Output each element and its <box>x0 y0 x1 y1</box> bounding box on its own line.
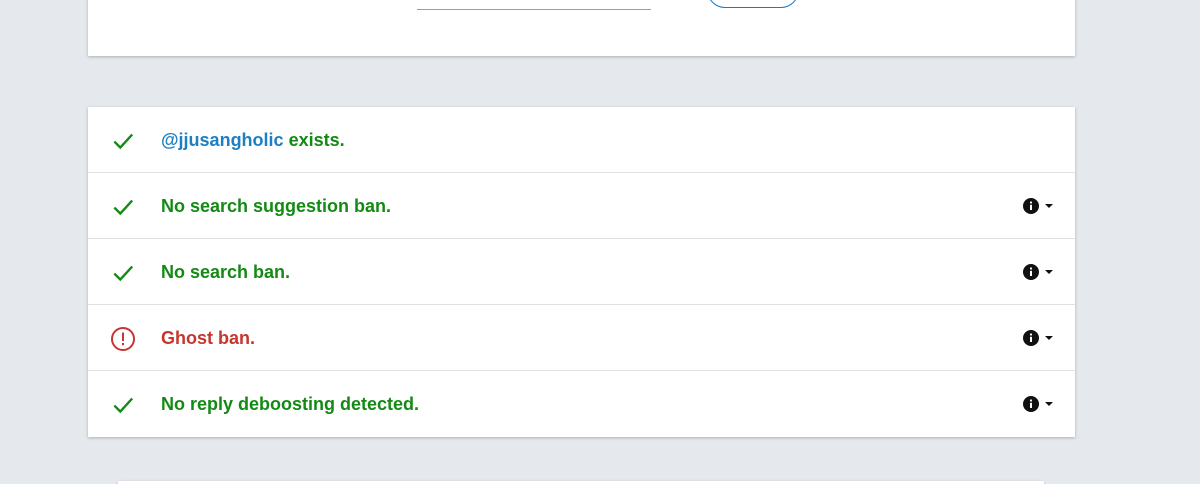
results-card: @jjusangholic exists. No search suggesti… <box>88 107 1075 437</box>
check-button[interactable] <box>707 0 799 8</box>
details-toggle[interactable] <box>1011 326 1053 350</box>
result-row-exists: @jjusangholic exists. <box>88 107 1075 173</box>
result-label: No reply deboosting detected. <box>161 393 420 414</box>
username-input[interactable] <box>417 0 651 10</box>
details-toggle[interactable] <box>1011 392 1053 416</box>
caret-down-icon <box>1045 402 1053 406</box>
info-icon <box>1023 396 1039 412</box>
info-icon <box>1023 264 1039 280</box>
check-icon <box>113 265 134 282</box>
result-row-ghost-ban: Ghost ban. <box>88 305 1075 371</box>
search-card <box>88 0 1075 56</box>
info-icon <box>1023 330 1039 346</box>
caret-down-icon <box>1045 336 1053 340</box>
check-icon <box>113 133 134 150</box>
caret-down-icon <box>1045 204 1053 208</box>
user-handle-link[interactable]: @jjusangholic <box>161 130 284 151</box>
details-toggle[interactable] <box>1011 260 1053 284</box>
result-label: No search ban. <box>161 261 291 282</box>
result-label: No search suggestion ban. <box>161 195 392 216</box>
alert-circle-icon <box>111 327 135 351</box>
caret-down-icon <box>1045 270 1053 274</box>
result-row-search-ban: No search ban. <box>88 239 1075 305</box>
info-icon <box>1023 198 1039 214</box>
result-text: @jjusangholic exists. <box>161 107 345 173</box>
check-icon <box>113 199 134 216</box>
result-row-reply-deboosting: No reply deboosting detected. <box>88 371 1075 437</box>
result-row-search-suggestion-ban: No search suggestion ban. <box>88 173 1075 239</box>
page: @jjusangholic exists. No search suggesti… <box>0 0 1200 484</box>
result-label: exists. <box>288 129 345 150</box>
result-label: Ghost ban. <box>161 327 255 348</box>
details-toggle[interactable] <box>1011 194 1053 218</box>
check-icon <box>113 397 134 414</box>
